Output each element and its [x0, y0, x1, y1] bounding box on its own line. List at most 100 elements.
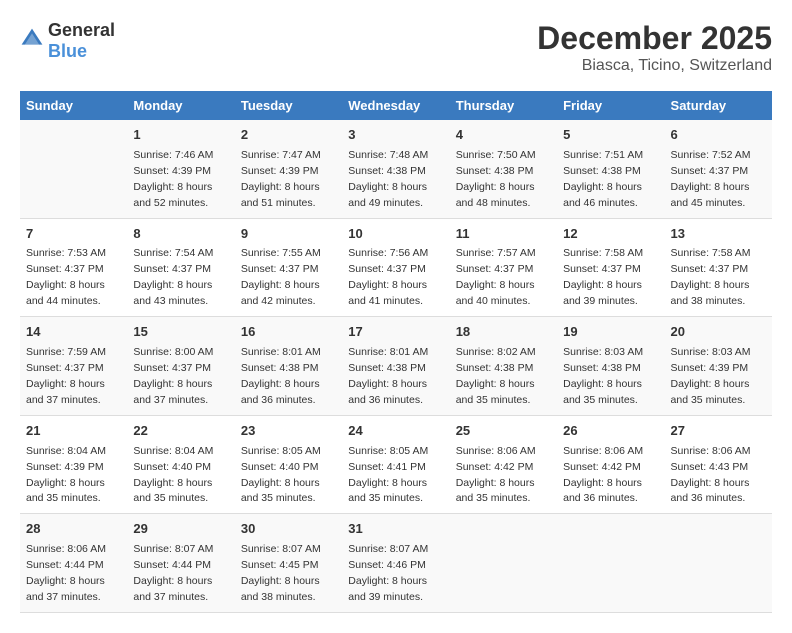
- calendar-cell: [450, 514, 557, 613]
- daylight: Daylight: 8 hours and 37 minutes.: [26, 378, 105, 406]
- day-number: 20: [671, 323, 766, 342]
- calendar-cell: [665, 514, 772, 613]
- daylight: Daylight: 8 hours and 46 minutes.: [563, 181, 642, 209]
- calendar-cell: 8Sunrise: 7:54 AMSunset: 4:37 PMDaylight…: [127, 218, 234, 317]
- daylight: Daylight: 8 hours and 36 minutes.: [563, 477, 642, 505]
- day-number: 22: [133, 422, 228, 441]
- calendar-table: SundayMondayTuesdayWednesdayThursdayFrid…: [20, 91, 772, 613]
- sunrise: Sunrise: 8:04 AM: [26, 445, 106, 457]
- daylight: Daylight: 8 hours and 38 minutes.: [671, 279, 750, 307]
- calendar-cell: 24Sunrise: 8:05 AMSunset: 4:41 PMDayligh…: [342, 415, 449, 514]
- daylight: Daylight: 8 hours and 39 minutes.: [348, 575, 427, 603]
- calendar-cell: [20, 120, 127, 218]
- daylight: Daylight: 8 hours and 35 minutes.: [456, 477, 535, 505]
- sunset: Sunset: 4:37 PM: [671, 165, 749, 177]
- sunset: Sunset: 4:42 PM: [563, 461, 641, 473]
- sunset: Sunset: 4:46 PM: [348, 559, 426, 571]
- calendar-cell: 16Sunrise: 8:01 AMSunset: 4:38 PMDayligh…: [235, 317, 342, 416]
- logo: General Blue: [20, 20, 115, 62]
- sunrise: Sunrise: 7:58 AM: [671, 247, 751, 259]
- day-number: 1: [133, 126, 228, 145]
- sunrise: Sunrise: 8:07 AM: [241, 543, 321, 555]
- logo-icon: [20, 27, 44, 51]
- day-number: 30: [241, 520, 336, 539]
- daylight: Daylight: 8 hours and 37 minutes.: [26, 575, 105, 603]
- sunset: Sunset: 4:44 PM: [26, 559, 104, 571]
- sunrise: Sunrise: 7:51 AM: [563, 149, 643, 161]
- calendar-cell: 27Sunrise: 8:06 AMSunset: 4:43 PMDayligh…: [665, 415, 772, 514]
- header-row: SundayMondayTuesdayWednesdayThursdayFrid…: [20, 91, 772, 120]
- day-number: 3: [348, 126, 443, 145]
- day-number: 29: [133, 520, 228, 539]
- day-number: 9: [241, 225, 336, 244]
- sunrise: Sunrise: 8:01 AM: [241, 346, 321, 358]
- sunset: Sunset: 4:39 PM: [671, 362, 749, 374]
- daylight: Daylight: 8 hours and 48 minutes.: [456, 181, 535, 209]
- col-header-wednesday: Wednesday: [342, 91, 449, 120]
- sunset: Sunset: 4:37 PM: [563, 263, 641, 275]
- day-number: 18: [456, 323, 551, 342]
- day-number: 8: [133, 225, 228, 244]
- sunset: Sunset: 4:37 PM: [456, 263, 534, 275]
- sunrise: Sunrise: 8:05 AM: [241, 445, 321, 457]
- day-number: 28: [26, 520, 121, 539]
- sunset: Sunset: 4:38 PM: [241, 362, 319, 374]
- day-number: 6: [671, 126, 766, 145]
- week-row-5: 28 Sunrise: 8:06 AM Sunset: 4:44 PM Dayligh…: [20, 514, 772, 613]
- daylight: Daylight: 8 hours and 35 minutes.: [133, 477, 212, 505]
- calendar-cell: 19Sunrise: 8:03 AMSunset: 4:38 PMDayligh…: [557, 317, 664, 416]
- logo-general-text: General Blue: [48, 20, 115, 62]
- calendar-cell: [557, 514, 664, 613]
- sunrise: Sunrise: 7:53 AM: [26, 247, 106, 259]
- day-number: 10: [348, 225, 443, 244]
- sunrise: Sunrise: 7:54 AM: [133, 247, 213, 259]
- calendar-cell: 14Sunrise: 7:59 AMSunset: 4:37 PMDayligh…: [20, 317, 127, 416]
- calendar-cell: 2Sunrise: 7:47 AMSunset: 4:39 PMDaylight…: [235, 120, 342, 218]
- sunset: Sunset: 4:43 PM: [671, 461, 749, 473]
- daylight: Daylight: 8 hours and 35 minutes.: [671, 378, 750, 406]
- calendar-cell: 7Sunrise: 7:53 AMSunset: 4:37 PMDaylight…: [20, 218, 127, 317]
- daylight: Daylight: 8 hours and 37 minutes.: [133, 575, 212, 603]
- calendar-cell: 5Sunrise: 7:51 AMSunset: 4:38 PMDaylight…: [557, 120, 664, 218]
- sunset: Sunset: 4:37 PM: [26, 263, 104, 275]
- sunrise: Sunrise: 8:06 AM: [26, 543, 106, 555]
- day-number: 4: [456, 126, 551, 145]
- sunset: Sunset: 4:45 PM: [241, 559, 319, 571]
- calendar-cell: 29Sunrise: 8:07 AMSunset: 4:44 PMDayligh…: [127, 514, 234, 613]
- sunrise: Sunrise: 7:52 AM: [671, 149, 751, 161]
- sunrise: Sunrise: 8:06 AM: [456, 445, 536, 457]
- sunrise: Sunrise: 7:47 AM: [241, 149, 321, 161]
- day-number: 7: [26, 225, 121, 244]
- sunset: Sunset: 4:40 PM: [133, 461, 211, 473]
- sunset: Sunset: 4:39 PM: [133, 165, 211, 177]
- col-header-tuesday: Tuesday: [235, 91, 342, 120]
- sunset: Sunset: 4:38 PM: [456, 362, 534, 374]
- logo-blue: Blue: [48, 41, 87, 61]
- week-row-2: 7 Sunrise: 7:53 AM Sunset: 4:37 PM Daylight…: [20, 218, 772, 317]
- calendar-cell: 23Sunrise: 8:05 AMSunset: 4:40 PMDayligh…: [235, 415, 342, 514]
- sunrise: Sunrise: 8:07 AM: [133, 543, 213, 555]
- title-block: December 2025 Biasca, Ticino, Switzerlan…: [537, 20, 772, 75]
- calendar-cell: 26Sunrise: 8:06 AMSunset: 4:42 PMDayligh…: [557, 415, 664, 514]
- daylight: Daylight: 8 hours and 35 minutes.: [241, 477, 320, 505]
- week-row-1: 1Sunrise: 7:46 AMSunset: 4:39 PMDaylight…: [20, 120, 772, 218]
- sunrise: Sunrise: 7:50 AM: [456, 149, 536, 161]
- daylight: Daylight: 8 hours and 35 minutes.: [348, 477, 427, 505]
- calendar-cell: 6Sunrise: 7:52 AMSunset: 4:37 PMDaylight…: [665, 120, 772, 218]
- sunrise: Sunrise: 7:59 AM: [26, 346, 106, 358]
- day-number: 13: [671, 225, 766, 244]
- calendar-cell: 4Sunrise: 7:50 AMSunset: 4:38 PMDaylight…: [450, 120, 557, 218]
- calendar-cell: 3Sunrise: 7:48 AMSunset: 4:38 PMDaylight…: [342, 120, 449, 218]
- daylight: Daylight: 8 hours and 51 minutes.: [241, 181, 320, 209]
- daylight: Daylight: 8 hours and 52 minutes.: [133, 181, 212, 209]
- sunrise: Sunrise: 8:05 AM: [348, 445, 428, 457]
- sunrise: Sunrise: 7:56 AM: [348, 247, 428, 259]
- sunset: Sunset: 4:39 PM: [26, 461, 104, 473]
- day-number: 2: [241, 126, 336, 145]
- sunset: Sunset: 4:37 PM: [133, 362, 211, 374]
- day-number: 21: [26, 422, 121, 441]
- calendar-cell: 10Sunrise: 7:56 AMSunset: 4:37 PMDayligh…: [342, 218, 449, 317]
- sunrise: Sunrise: 8:01 AM: [348, 346, 428, 358]
- daylight: Daylight: 8 hours and 37 minutes.: [133, 378, 212, 406]
- calendar-cell: 17Sunrise: 8:01 AMSunset: 4:38 PMDayligh…: [342, 317, 449, 416]
